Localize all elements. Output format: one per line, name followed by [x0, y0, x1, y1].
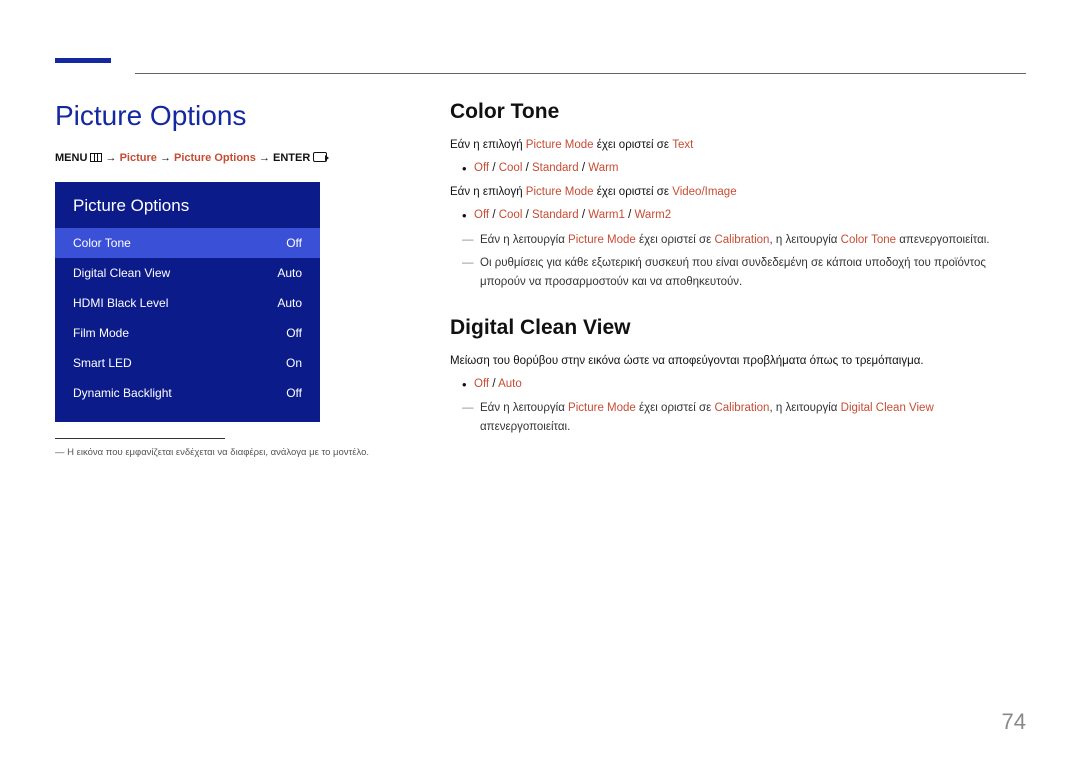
tv-menu-row-label: Color Tone — [73, 236, 131, 250]
right-column: Color Tone Εάν η επιλογή Picture Mode έχ… — [450, 100, 1026, 441]
dcv-options: Off / Auto — [450, 375, 1026, 393]
tv-menu-row-value: Off — [286, 386, 302, 400]
tv-menu-row-label: Dynamic Backlight — [73, 386, 172, 400]
tv-menu-row-value: On — [286, 356, 302, 370]
disclaimer-text: ― Η εικόνα που εμφανίζεται ενδέχεται να … — [55, 447, 407, 458]
page-accent-bar — [55, 58, 111, 63]
tv-menu-row[interactable]: Film Mode Off — [55, 318, 320, 348]
breadcrumb-arrow: → — [160, 152, 171, 164]
breadcrumb-enter: ENTER — [273, 152, 310, 164]
left-column: Picture Options MENU → Picture → Picture… — [55, 100, 407, 458]
ct-note-1: Εάν η λειτουργία Picture Mode έχει οριστ… — [450, 231, 1026, 250]
breadcrumb-arrow: → — [106, 152, 117, 164]
disclaimer-rule — [55, 438, 225, 439]
tv-menu-panel: Picture Options Color Tone Off Digital Cle… — [55, 182, 320, 422]
tv-menu-row[interactable]: Digital Clean View Auto — [55, 258, 320, 288]
tv-menu-row-value: Off — [286, 326, 302, 340]
page-number: 74 — [1002, 709, 1026, 735]
ct-options-1: Off / Cool / Standard / Warm — [450, 159, 1026, 177]
breadcrumb-picture-options: Picture Options — [174, 152, 256, 164]
note-dash: ― — [55, 447, 65, 458]
breadcrumb: MENU → Picture → Picture Options → ENTER — [55, 152, 407, 164]
tv-menu-row-label: Smart LED — [73, 356, 132, 370]
section-title: Picture Options — [55, 100, 407, 132]
note-text: Η εικόνα που εμφανίζεται ενδέχεται να δι… — [67, 447, 369, 458]
breadcrumb-arrow: → — [259, 152, 270, 164]
tv-menu-row-value: Auto — [277, 266, 302, 280]
tv-menu-row[interactable]: Dynamic Backlight Off — [55, 378, 320, 408]
tv-menu-row-label: HDMI Black Level — [73, 296, 168, 310]
breadcrumb-picture: Picture — [120, 152, 157, 164]
tv-menu-row[interactable]: Smart LED On — [55, 348, 320, 378]
dcv-heading: Digital Clean View — [450, 316, 1026, 340]
color-tone-heading: Color Tone — [450, 100, 1026, 124]
tv-menu-header: Picture Options — [55, 194, 320, 228]
tv-menu-row-value: Auto — [277, 296, 302, 310]
breadcrumb-menu: MENU — [55, 152, 87, 164]
menu-icon — [90, 153, 102, 162]
dcv-note: Εάν η λειτουργία Picture Mode έχει οριστ… — [450, 399, 1026, 437]
enter-icon — [313, 152, 327, 162]
tv-menu-row-value: Off — [286, 236, 302, 250]
ct-note-2: Οι ρυθμίσεις για κάθε εξωτερική συσκευή … — [450, 254, 1026, 292]
tv-menu-row-label: Digital Clean View — [73, 266, 170, 280]
dcv-desc: Μείωση του θορύβου στην εικόνα ώστε να α… — [450, 352, 1026, 371]
tv-menu-row-label: Film Mode — [73, 326, 129, 340]
page-top-rule — [135, 73, 1026, 74]
tv-menu-row[interactable]: Color Tone Off — [55, 228, 320, 258]
ct-line1: Εάν η επιλογή Picture Mode έχει οριστεί … — [450, 136, 1026, 155]
ct-line2: Εάν η επιλογή Picture Mode έχει οριστεί … — [450, 183, 1026, 202]
tv-menu-row[interactable]: HDMI Black Level Auto — [55, 288, 320, 318]
ct-options-2: Off / Cool / Standard / Warm1 / Warm2 — [450, 206, 1026, 224]
